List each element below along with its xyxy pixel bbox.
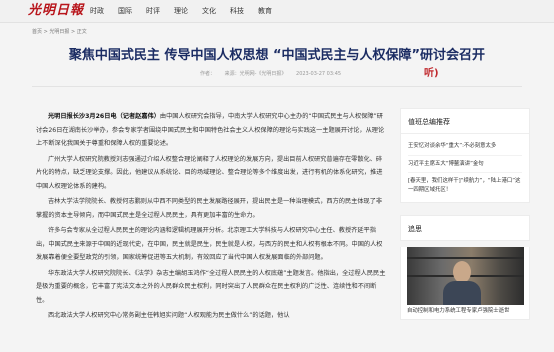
editor-pick-link[interactable]: 习近平主席五大“博鳌演讲”金句 — [408, 156, 522, 173]
news-photo[interactable] — [407, 247, 524, 305]
nav-item-commentary[interactable]: 时评 — [146, 0, 160, 22]
photo-card[interactable]: 自动控制和电力系统工程专家卢强院士逝世 — [400, 247, 530, 320]
sound-wave-icon: ) — [434, 68, 439, 79]
nav-item-politics[interactable]: 时政 — [90, 0, 104, 22]
listen-button[interactable]: 听) — [424, 64, 439, 79]
source-label: 来源：光明网-《光明日报》 — [224, 71, 287, 77]
sidebar: 值班总编推荐 王安忆对谈余华“重大”:不必刻意太多 习近平主席五大“博鳌演讲”金… — [400, 108, 530, 320]
editor-pick-link[interactable]: 王安忆对谈余华“重大”:不必刻意太多 — [408, 138, 522, 156]
main-nav: 时政 国际 时评 理论 文化 科技 教育 — [90, 0, 286, 22]
top-nav-bar: 光明日報 时政 国际 时评 理论 文化 科技 教育 — [0, 0, 554, 23]
editor-picks-box: 值班总编推荐 王安忆对谈余华“重大”:不必刻意太多 习近平主席五大“博鳌演讲”金… — [400, 108, 530, 203]
site-logo[interactable]: 光明日報 — [28, 2, 84, 20]
breadcrumb[interactable]: 首页 > 光明日报 > 正文 — [32, 28, 87, 35]
article-paragraph: 光明日报长沙3月26日电（记者赵嘉伟）由中国人权研究会指导，中南大学人权研究中心… — [36, 113, 385, 147]
article-body: 光明日报长沙3月26日电（记者赵嘉伟）由中国人权研究会指导，中南大学人权研究中心… — [36, 110, 388, 325]
photo-caption[interactable]: 自动控制和电力系统工程专家卢强院士逝世 — [401, 305, 529, 317]
nav-item-culture[interactable]: 文化 — [202, 0, 216, 22]
article-paragraph: 西北政法大学人权研究中心常务副主任韩旭实问题“人权观能为民主做什么”的话题，他认 — [48, 312, 290, 319]
title-divider — [32, 86, 522, 87]
article-title: 聚焦中国式民主 传导中国人权思想 “中国式民主与人权保障”研讨会召开 — [68, 48, 486, 63]
photo-section-title: 追思 — [400, 215, 530, 241]
article-meta: 作者： 来源：光明网-《光明日报》 2023-03-27 03:45 — [200, 70, 349, 77]
editor-picks-title: 值班总编推荐 — [401, 109, 529, 134]
editor-picks-list: 王安忆对谈余华“重大”:不必刻意太多 习近平主席五大“博鳌演讲”金句 [春天里，… — [401, 134, 529, 202]
author-label: 作者： — [200, 71, 216, 77]
listen-label: 听 — [424, 68, 434, 79]
nav-item-theory[interactable]: 理论 — [174, 0, 188, 22]
article-paragraph: 许多与会专家从全过程人民民主的理论内涵和逻辑机理展开分析。北京理工大学科技与人权… — [36, 227, 383, 261]
publish-date: 2023-03-27 03:45 — [296, 71, 342, 77]
editor-pick-link[interactable]: [春天里，我们这样干]“续航力”，“陆上港口”这一四期区域托区！ — [408, 173, 522, 198]
nav-item-international[interactable]: 国际 — [118, 0, 132, 22]
article-paragraph: 华东政法大学人权研究院院长、《法学》杂志主编胡玉鸿作“全过程人民民主的人权底蕴”… — [36, 269, 386, 304]
dateline: 光明日报长沙3月26日电（记者赵嘉伟） — [48, 113, 160, 120]
nav-item-education[interactable]: 教育 — [258, 0, 272, 22]
article-paragraph: 广州大学人权研究院教授刘志强通过介绍人权整合理论阐释了人权理论的发展方向，提出目… — [36, 155, 383, 190]
article-paragraph: 吉林大学法学院院长、教授何志鹏则从中西不同类型的民主发展路径展开，提出民主是一种… — [36, 198, 383, 219]
nav-item-technology[interactable]: 科技 — [230, 0, 244, 22]
